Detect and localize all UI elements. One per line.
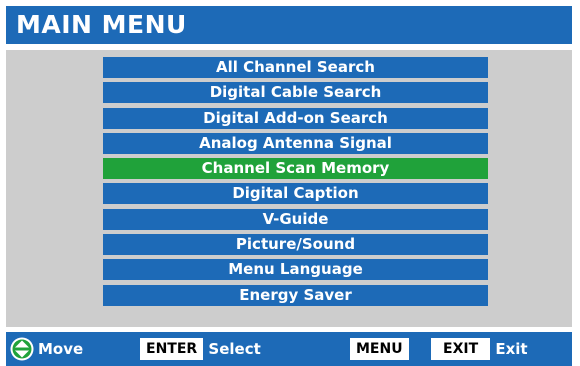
menu-item-menu-language[interactable]: Menu Language [103,259,488,281]
menu-key: MENU [350,338,409,360]
page-title: MAIN MENU [6,6,572,44]
menu-item-digital-caption[interactable]: Digital Caption [103,183,488,205]
exit-key: EXIT [431,338,491,360]
menu-item-picture-sound[interactable]: Picture/Sound [103,234,488,256]
menu-item-digital-cable-search[interactable]: Digital Cable Search [103,82,488,104]
enter-key: ENTER [140,338,204,360]
menu-panel: All Channel Search Digital Cable Search … [6,50,572,327]
enter-key-hint[interactable]: ENTER Select [140,338,261,360]
exit-label: Exit [495,340,528,358]
menu-key-hint[interactable]: MENU [350,338,409,360]
tv-main-menu-screen: MAIN MENU All Channel Search Digital Cab… [0,0,580,366]
menu-item-digital-add-on-search[interactable]: Digital Add-on Search [103,107,488,129]
footer-bar: Move ENTER Select MENU EXIT Exit [6,332,572,366]
select-label: Select [208,340,261,358]
menu-list: All Channel Search Digital Cable Search … [103,57,488,310]
menu-item-energy-saver[interactable]: Energy Saver [103,284,488,306]
menu-item-v-guide[interactable]: V-Guide [103,208,488,230]
menu-item-analog-antenna-signal[interactable]: Analog Antenna Signal [103,132,488,154]
menu-item-all-channel-search[interactable]: All Channel Search [103,57,488,78]
up-down-arrows-icon [10,337,34,361]
exit-key-hint[interactable]: EXIT Exit [431,338,528,360]
move-label: Move [38,340,84,358]
menu-item-channel-scan-memory[interactable]: Channel Scan Memory [103,158,488,180]
